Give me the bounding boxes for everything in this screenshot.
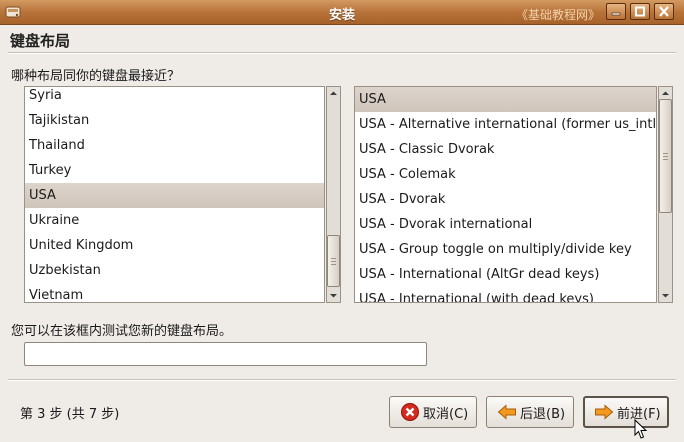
variant-list-item[interactable]: USA - International (AltGr dead keys): [355, 262, 656, 287]
variant-list-item[interactable]: USA - Alternative international (former …: [355, 112, 656, 137]
variant-list-item[interactable]: USA - Dvorak international: [355, 212, 656, 237]
close-icon: [659, 6, 669, 17]
footer-divider: [8, 379, 676, 381]
step-indicator: 第 3 步 (共 7 步): [20, 407, 120, 422]
window-titlebar[interactable]: 安装 《基础教程网》: [0, 0, 684, 25]
scroll-down-icon[interactable]: [659, 289, 672, 302]
minimize-icon: [611, 12, 621, 16]
scroll-down-icon[interactable]: [327, 289, 340, 302]
watermark-text: 《基础教程网》: [516, 8, 601, 22]
country-list-item[interactable]: United Kingdom: [25, 233, 324, 258]
mouse-pointer-icon: [634, 419, 648, 439]
page-title: 键盘布局: [10, 32, 71, 50]
cancel-label: 取消(C): [423, 406, 469, 422]
keyboard-test-input[interactable]: [24, 342, 427, 366]
country-list-item[interactable]: Vietnam: [25, 283, 324, 302]
variant-list-item[interactable]: USA - Dvorak: [355, 187, 656, 212]
variant-list-item[interactable]: USA - Classic Dvorak: [355, 137, 656, 162]
back-button[interactable]: 后退(B): [486, 396, 574, 428]
country-list-scrollbar[interactable]: [326, 86, 341, 303]
scrollbar-thumb[interactable]: [659, 99, 672, 213]
country-list[interactable]: Syria Tajikistan Thailand Turkey USA Ukraine U…: [24, 86, 325, 303]
variant-list-item[interactable]: USA - International (with dead keys): [355, 287, 656, 302]
scrollbar-thumb[interactable]: [327, 235, 340, 287]
test-field-label: 您可以在该框内测试您新的键盘布局。: [11, 324, 233, 339]
minimize-button[interactable]: [606, 3, 626, 20]
maximize-icon: [635, 6, 645, 17]
variant-list-scrollbar[interactable]: [658, 86, 673, 303]
country-list-item[interactable]: USA: [25, 183, 324, 208]
country-list-item[interactable]: Ukraine: [25, 208, 324, 233]
close-button[interactable]: [654, 3, 674, 20]
back-label: 后退(B): [520, 406, 566, 422]
country-list-item[interactable]: Turkey: [25, 158, 324, 183]
scroll-up-icon[interactable]: [327, 87, 340, 100]
forward-arrow-icon: [595, 404, 614, 420]
variant-list-item[interactable]: USA - Colemak: [355, 162, 656, 187]
variant-list-item[interactable]: USA - Group toggle on multiply/divide ke…: [355, 237, 656, 262]
layout-question: 哪种布局同你的键盘最接近？: [11, 69, 181, 84]
header-divider: [8, 52, 676, 54]
cancel-icon: [401, 403, 419, 421]
country-list-item[interactable]: Tajikistan: [25, 108, 324, 133]
country-list-item[interactable]: Thailand: [25, 133, 324, 158]
forward-button[interactable]: 前进(F): [583, 396, 669, 428]
variant-list[interactable]: USA USA - Alternative international (form…: [354, 86, 657, 303]
cancel-button[interactable]: 取消(C): [389, 396, 477, 428]
variant-list-item[interactable]: USA: [355, 87, 656, 112]
country-list-item[interactable]: Uzbekistan: [25, 258, 324, 283]
country-list-item[interactable]: Syria: [25, 87, 324, 108]
maximize-button[interactable]: [630, 3, 650, 20]
back-arrow-icon: [497, 404, 516, 420]
